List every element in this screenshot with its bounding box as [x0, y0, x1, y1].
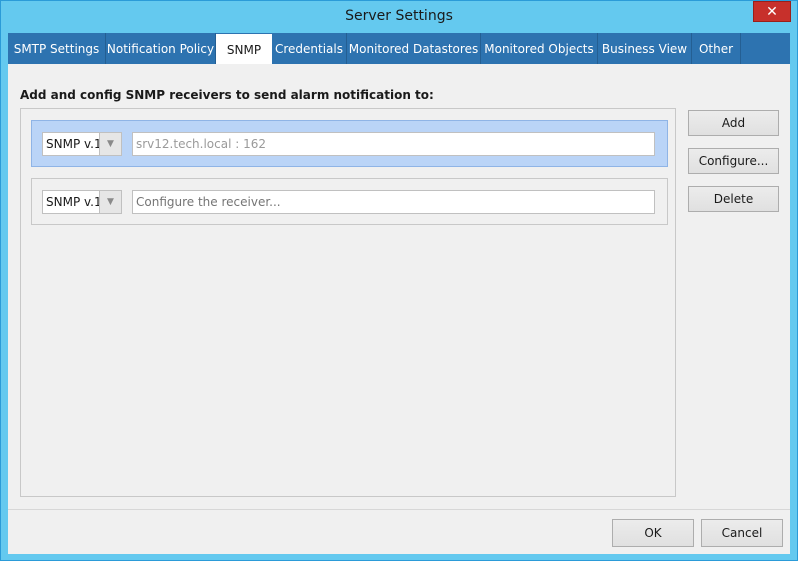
close-button[interactable]: ✕ [753, 1, 791, 22]
tab-monitored-objects[interactable]: Monitored Objects [481, 33, 598, 64]
chevron-down-icon[interactable]: ▼ [99, 133, 121, 155]
receiver-row[interactable]: SNMP v.1 ▼ [31, 120, 668, 167]
delete-button[interactable]: Delete [688, 186, 779, 212]
configure-button[interactable]: Configure... [688, 148, 779, 174]
receiver-address-input[interactable] [132, 132, 655, 156]
receiver-list[interactable]: SNMP v.1 ▼ SNMP v.1 ▼ [20, 108, 676, 497]
title-bar[interactable]: Server Settings ✕ [1, 1, 797, 33]
snmp-version-value: SNMP v.1 [46, 195, 102, 209]
snmp-version-select[interactable]: SNMP v.1 ▼ [42, 190, 122, 214]
dialog-footer: OK Cancel [8, 509, 790, 554]
close-icon: ✕ [766, 3, 778, 20]
tab-notification-policy[interactable]: Notification Policy [106, 33, 216, 64]
tab-bar: SMTP Settings Notification Policy SNMP C… [8, 33, 790, 65]
add-button[interactable]: Add [688, 110, 779, 136]
tab-monitored-datastores[interactable]: Monitored Datastores [347, 33, 481, 64]
tab-smtp-settings[interactable]: SMTP Settings [8, 33, 106, 64]
snmp-version-value: SNMP v.1 [46, 137, 102, 151]
server-settings-window: Server Settings ✕ SMTP Settings Notifica… [0, 0, 798, 561]
window-title: Server Settings [345, 8, 453, 24]
tab-business-view[interactable]: Business View [598, 33, 692, 64]
ok-button[interactable]: OK [612, 519, 694, 547]
snmp-heading: Add and config SNMP receivers to send al… [20, 88, 434, 102]
receiver-address-input[interactable] [132, 190, 655, 214]
cancel-button[interactable]: Cancel [701, 519, 783, 547]
tab-other[interactable]: Other [692, 33, 741, 64]
snmp-version-select[interactable]: SNMP v.1 ▼ [42, 132, 122, 156]
tab-credentials[interactable]: Credentials [272, 33, 347, 64]
chevron-down-icon[interactable]: ▼ [99, 191, 121, 213]
receiver-row[interactable]: SNMP v.1 ▼ [31, 178, 668, 225]
tab-snmp[interactable]: SNMP [216, 34, 272, 65]
snmp-panel: Add and config SNMP receivers to send al… [8, 64, 790, 509]
